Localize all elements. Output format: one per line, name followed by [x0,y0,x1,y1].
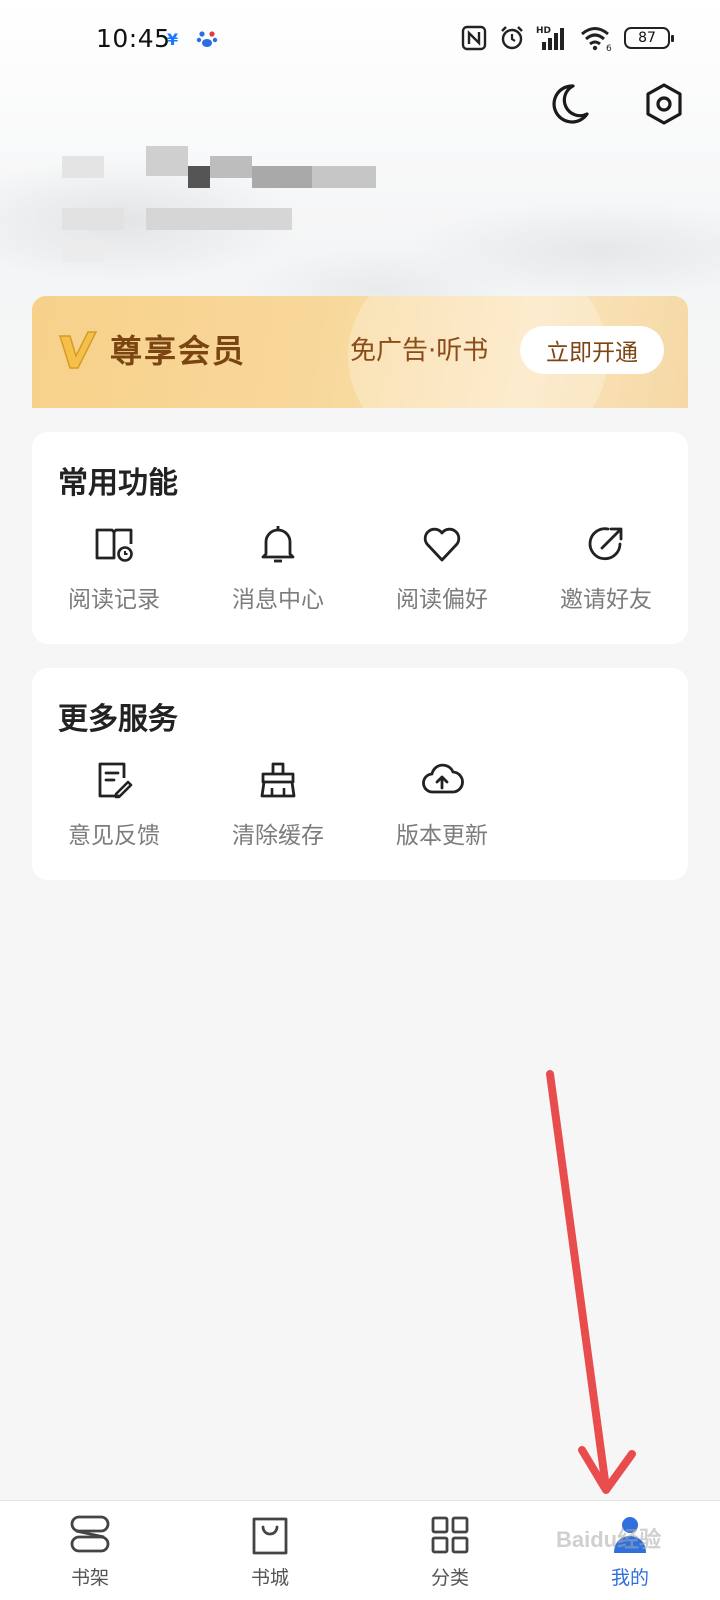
night-mode-icon[interactable] [545,80,593,128]
vip-title: 尊享会员 [110,332,247,370]
feedback-icon [98,762,133,799]
version-update-item[interactable]: 版本更新 [360,758,524,868]
settings-icon[interactable] [640,80,688,128]
status-time: 10:45 [96,24,171,53]
signal-badge: HD [536,26,551,36]
signal-hd-icon: HD [536,26,564,50]
battery-level: 87 [638,30,656,46]
broom-icon [260,762,296,798]
more-services-title: 更多服务 [58,702,178,737]
activate-vip-button[interactable]: 立即开通 [520,326,664,374]
baidu-watermark: Baidu经验 [556,1527,662,1552]
share-icon [588,527,623,561]
cloud-upload-icon [422,763,464,794]
alarm-icon [501,26,523,50]
reading-preference-label: 阅读偏好 [396,587,488,613]
alipay-icon: ¥ [167,30,178,49]
nav-bookshelf-label: 书架 [70,1567,109,1589]
nav-profile-label: 我的 [610,1567,649,1589]
nav-bookstore-label: 书城 [250,1567,289,1589]
clear-cache-label: 清除缓存 [232,823,324,849]
clear-cache-item[interactable]: 清除缓存 [196,758,360,868]
reading-history-icon [95,528,133,562]
user-profile-blurred[interactable] [62,146,392,276]
version-update-label: 版本更新 [396,823,488,849]
vip-v-logo-icon [58,331,98,369]
svg-text:¥: ¥ [167,30,178,49]
battery-indicator: 87 [624,27,674,49]
invite-friends-label: 邀请好友 [560,587,652,613]
category-grid-icon [431,1516,469,1554]
message-center-label: 消息中心 [232,587,324,613]
status-bar: 10:45 ¥ HD 6 87 [0,18,720,62]
common-functions-title: 常用功能 [58,466,178,501]
nav-bookshelf[interactable]: 书架 [0,1513,180,1597]
baidu-paw-icon [196,31,218,47]
nfc-icon [461,25,487,51]
wifi-icon: 6 [581,27,612,52]
heart-icon [423,527,461,562]
reading-history-item[interactable]: 阅读记录 [32,522,196,632]
bell-icon [261,526,295,563]
more-services-card: 更多服务 意见反馈 清除缓存 版本更新 [32,668,688,880]
feedback-label: 意见反馈 [68,823,160,849]
vip-benefits: 免广告·听书 [350,336,489,366]
reading-history-label: 阅读记录 [68,587,160,613]
wifi-badge: 6 [606,44,612,52]
bookstore-icon [252,1517,288,1555]
common-functions-card: 常用功能 阅读记录 消息中心 阅读偏好 邀请好友 [32,432,688,644]
reading-preference-item[interactable]: 阅读偏好 [360,522,524,632]
nav-bookstore[interactable]: 书城 [180,1513,360,1597]
vip-membership-banner[interactable]: 尊享会员 免广告·听书 立即开通 [32,296,688,408]
feedback-item[interactable]: 意见反馈 [32,758,196,868]
bookshelf-icon [70,1515,110,1553]
nav-category-label: 分类 [430,1567,469,1589]
invite-friends-item[interactable]: 邀请好友 [524,522,688,632]
nav-category[interactable]: 分类 [360,1513,540,1597]
message-center-item[interactable]: 消息中心 [196,522,360,632]
red-arrow-annotation [546,1070,636,1494]
